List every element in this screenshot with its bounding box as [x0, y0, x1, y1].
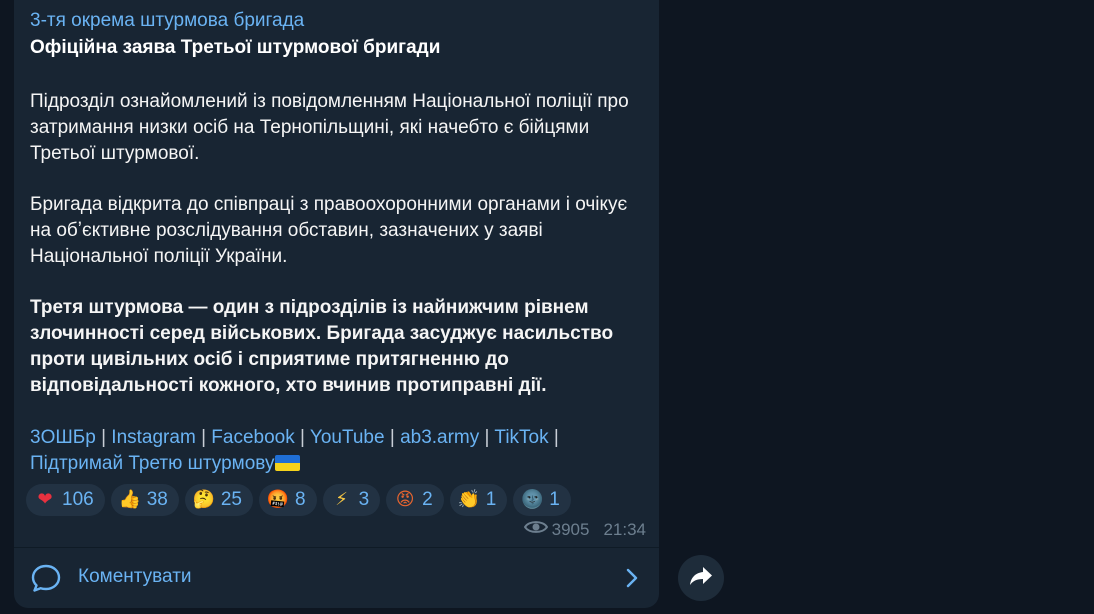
- link-support[interactable]: Підтримай Третю штурмову: [30, 453, 274, 474]
- post-meta: 3905 21:34: [523, 519, 646, 540]
- reaction-heart[interactable]: ❤ 106: [26, 484, 105, 516]
- post-title: Офіційна заява Третьої штурмової бригади: [30, 37, 441, 58]
- link-tiktok[interactable]: TikTok: [494, 427, 548, 448]
- reaction-thinking[interactable]: 🤔 25: [184, 484, 253, 516]
- chevron-right-icon: [625, 567, 639, 594]
- clapping-hands-icon: 👏: [457, 489, 480, 510]
- reaction-thumbs-up[interactable]: 👍 38: [110, 484, 179, 516]
- share-button[interactable]: [678, 555, 724, 601]
- social-links: 3ОШБр | Instagram | Facebook | YouTube |…: [30, 425, 650, 477]
- lightning-icon: ⚡: [335, 489, 348, 510]
- post-time: 21:34: [603, 519, 646, 539]
- link-separator: |: [484, 427, 490, 448]
- reaction-count: 38: [146, 489, 168, 510]
- reaction-count: 8: [294, 489, 306, 510]
- reaction-count: 1: [549, 489, 560, 510]
- link-3oshbr[interactable]: 3ОШБр: [30, 427, 96, 448]
- reaction-angry[interactable]: 😡 2: [386, 484, 444, 516]
- reaction-count: 106: [62, 489, 94, 510]
- post-paragraph-1: Підрозділ ознайомлений із повідомленням …: [30, 91, 629, 164]
- reaction-count: 1: [485, 489, 497, 510]
- reaction-count: 25: [220, 489, 242, 510]
- channel-name[interactable]: 3-тя окрема штурмова бригада: [30, 10, 304, 32]
- link-separator: |: [553, 427, 559, 448]
- thumbs-up-icon: 👍: [118, 489, 141, 510]
- reaction-count: 3: [358, 489, 370, 510]
- share-arrow-icon: [689, 566, 713, 591]
- link-ab3-army[interactable]: ab3.army: [400, 427, 479, 448]
- link-youtube[interactable]: YouTube: [310, 427, 385, 448]
- new-moon-face-icon: 🌚: [521, 489, 544, 510]
- link-facebook[interactable]: Facebook: [211, 427, 294, 448]
- eye-icon: [523, 519, 548, 540]
- reaction-clap[interactable]: 👏 1: [449, 484, 508, 516]
- reaction-cursing[interactable]: 🤬 8: [258, 484, 317, 516]
- link-instagram[interactable]: Instagram: [111, 427, 195, 448]
- message-bubble: 3-тя окрема штурмова бригада Офіційна за…: [14, 0, 659, 608]
- view-count: 3905: [551, 519, 590, 539]
- comment-label: Коментувати: [78, 566, 192, 587]
- cursing-face-icon: 🤬: [266, 489, 290, 510]
- link-separator: |: [389, 427, 395, 448]
- thinking-face-icon: 🤔: [192, 489, 216, 510]
- comments-button[interactable]: Коментувати: [14, 548, 659, 608]
- reaction-lightning[interactable]: ⚡ 3: [322, 484, 381, 516]
- angry-face-icon: 😡: [395, 489, 415, 510]
- red-heart-icon: ❤: [37, 489, 53, 510]
- post-paragraph-2: Бригада відкрита до співпраці з правоохо…: [30, 194, 628, 267]
- reactions-bar: ❤ 106 👍 38 🤔 25 🤬 8 ⚡ 3 😡 2 👏 1 🌚 1: [26, 484, 571, 516]
- post-paragraph-3: Третя штурмова — один з підрозділів із н…: [30, 297, 614, 396]
- reaction-count: 2: [422, 489, 433, 510]
- link-separator: |: [201, 427, 206, 448]
- link-separator: |: [300, 427, 305, 448]
- ukraine-flag-icon: [275, 455, 301, 471]
- comment-bubble-icon: [30, 562, 62, 599]
- reaction-moon[interactable]: 🌚 1: [513, 484, 571, 516]
- link-separator: |: [101, 427, 107, 448]
